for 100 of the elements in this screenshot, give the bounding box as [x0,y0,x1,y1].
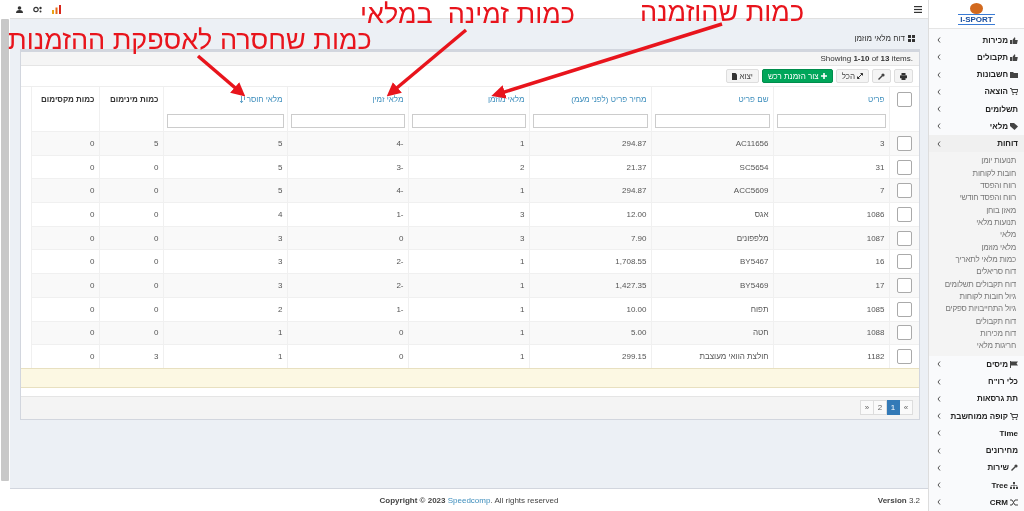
row-checkbox[interactable] [896,277,912,293]
row-checkbox[interactable] [896,230,912,246]
filter-field[interactable] [290,114,405,128]
sidebar-item[interactable]: מחירונים [929,441,1024,460]
filter-field[interactable] [532,114,648,128]
column-header[interactable]: מלאי חוסר [239,94,283,104]
table-cell: 299.15 [622,352,647,362]
sidebar-item[interactable]: דוחות [929,134,1024,153]
sidebar-item[interactable]: מכירות [929,31,1024,49]
submenu-item[interactable]: דוח תקבולים תשלומים [929,278,1024,291]
submenu-item[interactable]: תנועות מלאי [929,216,1024,230]
row-checkbox[interactable] [896,206,912,222]
scrollbar[interactable] [1,19,9,481]
row-checkbox[interactable] [896,325,912,341]
table-cell: 1 [520,352,525,362]
table-cell: 1 [520,186,525,196]
table-cell: 1 [520,138,525,148]
sidebar-item-label: כלי רו"ח [988,377,1018,387]
sidebar-item[interactable]: הוצאה [929,83,1024,101]
column-header[interactable]: פריט [868,94,885,104]
logo[interactable]: I-SPORT [929,0,1024,30]
sidebar-item[interactable]: Tree [929,476,1024,494]
submenu-item[interactable]: כמות מלאי לתאריך [929,253,1024,267]
sidebar-item[interactable]: Time [929,424,1024,442]
table-cell: 0 [154,233,159,243]
sidebar-item[interactable]: קופה ממוחשבת [929,407,1024,425]
sidebar-item-label: מכירות [982,35,1008,45]
sidebar-item[interactable]: תשלומים [929,100,1024,118]
filter-field[interactable] [166,114,284,128]
table-cell: 3 [880,138,885,148]
submenu-item[interactable]: חריגות מלאי [929,340,1024,353]
version-text: Version 3.2 [876,495,920,505]
create-purchase-order-button[interactable]: צור הזמנת רכש [761,69,833,83]
sidebar-item[interactable]: מלאי [929,117,1024,135]
row-checkbox[interactable] [896,135,912,151]
column-header[interactable]: מלאי מוזמן [487,94,525,104]
table-cell: ACC5609 [733,186,769,196]
gears-icon[interactable] [33,5,42,13]
row-checkbox[interactable] [896,159,912,175]
row-checkbox[interactable] [896,183,912,199]
row-checkbox[interactable] [896,254,912,270]
sidebar-item[interactable]: תת גרסאות [929,390,1024,408]
table-cell: 3 [278,280,283,290]
filter-field[interactable] [654,114,770,128]
wrench-icon [878,72,885,80]
sidebar-item[interactable]: שירות [929,459,1024,477]
table-cell: אגס [754,209,769,219]
column-header[interactable]: מחיר פריט (לפני מעמ) [571,94,647,104]
table-cell: 0 [90,233,95,243]
sidebar-item[interactable]: חשבונות [929,65,1024,84]
submenu-item[interactable]: חובות לקוחות [929,167,1024,180]
submenu-item[interactable]: תנועות יומן [929,155,1024,168]
submenu-item[interactable]: גיול חובות לקוחות [929,291,1024,304]
submenu-item[interactable]: דוח מכירות [929,328,1024,341]
sidebar-item[interactable]: CRM [929,493,1024,511]
submenu-item[interactable]: מאזן בוחן [929,204,1024,217]
table-cell: BY5467 [740,257,769,267]
filter-field[interactable] [776,114,886,128]
sidebar-item[interactable]: כלי רו"ח [929,372,1024,391]
table-cell: 1088 [866,328,885,338]
settings-button[interactable] [872,69,891,83]
table-cell: 0 [399,328,404,338]
export-button[interactable]: יצוא [726,69,759,83]
table-cell: 7.90 [630,233,647,243]
table-cell: חטה [752,328,769,338]
menu-icon[interactable] [914,5,922,13]
table-cell: 1 [520,280,525,290]
table-cell: 1 [520,328,525,338]
sidebar-item[interactable]: מיסים [929,355,1024,373]
bar-chart-icon[interactable] [52,4,61,14]
submenu-item[interactable]: דוח סריאלים [929,266,1024,279]
show-all-button[interactable]: הכל [835,69,869,83]
chevron-icon [937,37,941,44]
submenu-item[interactable]: רווח והפסד [929,179,1024,193]
table-cell: 3 [278,233,283,243]
column-header[interactable]: מלאי זמין [372,94,404,104]
submenu-item[interactable]: דוח תקבולים [929,315,1024,328]
table-cell: 5 [278,186,283,196]
page-link[interactable]: « [860,400,874,416]
submenu-item[interactable]: גיול התחייבויות ספקים [929,303,1024,316]
sidebar-item-label: תשלומים [985,104,1018,114]
row-checkbox[interactable] [896,349,912,365]
column-header[interactable]: שם פריט [738,94,769,104]
user-icon[interactable] [16,5,23,13]
row-checkbox[interactable] [896,301,912,317]
submenu-item[interactable]: רווח והפסד חודשי [929,192,1024,205]
flag-icon [1010,360,1018,368]
cart-icon [1010,412,1018,420]
sidebar-item[interactable]: תקבולים [929,48,1024,66]
sitemap-icon [1010,481,1018,489]
table-cell: 7 [880,186,885,196]
table-cell: 1 [278,352,283,362]
chevron-icon [937,378,941,385]
table-cell: 3 [520,209,525,219]
print-button[interactable] [894,69,913,83]
sidebar-item-label: תת גרסאות [976,394,1018,404]
submenu-item[interactable]: מלאי מוזמן [929,241,1024,254]
filter-field[interactable] [411,114,526,128]
submenu-item[interactable]: מלאי [929,229,1024,242]
select-all-checkbox[interactable] [896,91,912,107]
